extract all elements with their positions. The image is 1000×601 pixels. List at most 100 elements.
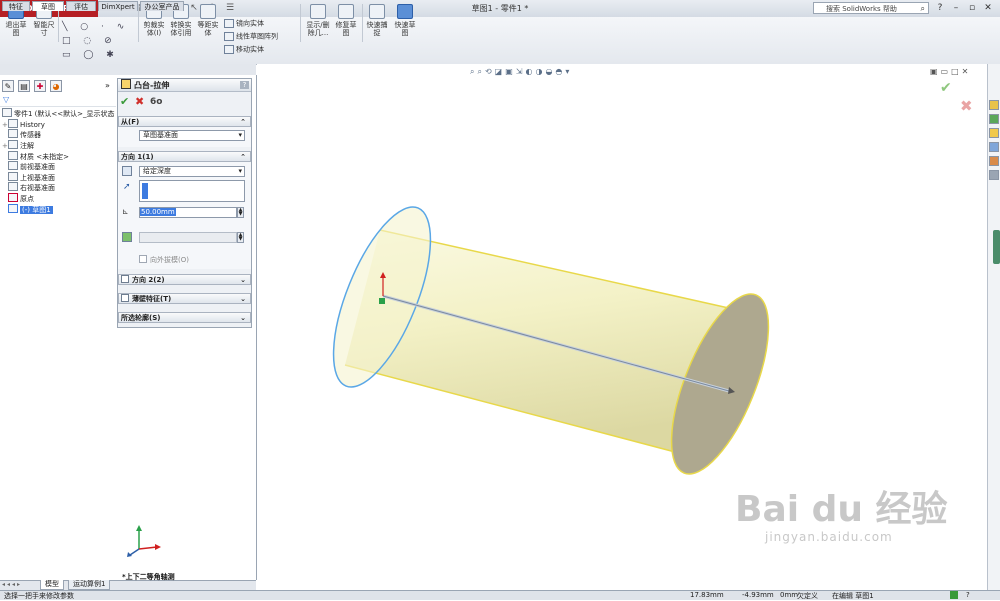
direction-vector-icon: ➚: [123, 182, 131, 192]
tree-root-part[interactable]: 零件1 (默认<<默认>_显示状态: [2, 108, 115, 118]
detailed-preview-icon[interactable]: 6o: [150, 96, 162, 108]
task-pane-flyout-handle[interactable]: [993, 230, 1000, 264]
linear-pattern-label: 线性草图阵列: [236, 32, 278, 41]
mirror-entities-button[interactable]: 镜向实体: [224, 19, 264, 29]
filter-icon[interactable]: ▽: [3, 95, 9, 104]
tree-item-top-plane[interactable]: 上视基准面: [2, 172, 55, 182]
options-icon[interactable]: ☰: [224, 2, 236, 14]
minimize-icon[interactable]: –: [950, 2, 962, 14]
thin-feature-label: 薄壁特征(T): [132, 295, 172, 303]
tree-item-sketch1[interactable]: (-) 草图1: [2, 204, 53, 214]
move-entities-button[interactable]: 移动实体: [224, 45, 264, 55]
direction-of-extrusion-field[interactable]: [139, 180, 245, 202]
from-start-select[interactable]: 草图基准面 ▾: [139, 130, 245, 141]
expand-icon: ⌄: [240, 314, 246, 322]
display-delete-relations-button[interactable]: 显示/删 除几...: [304, 4, 332, 37]
help-search-input[interactable]: 搜索 SolidWorks 帮助 ⌕: [813, 2, 929, 14]
tab-model[interactable]: 模型: [40, 580, 64, 590]
status-x: 17.83mm: [690, 591, 724, 599]
reverse-direction-icon[interactable]: [122, 166, 132, 176]
restore-icon[interactable]: ▫: [966, 2, 978, 14]
depth-input[interactable]: 50.00mm: [139, 207, 237, 218]
direction2-group-header[interactable]: 方向 2(2) ⌄: [118, 274, 251, 285]
exit-sketch-label: 退出草 图: [5, 21, 27, 37]
rebuild-status-icon[interactable]: [950, 591, 958, 599]
tab-sketch[interactable]: 草图: [32, 1, 64, 11]
collapse-icon: ⌃: [240, 153, 246, 161]
design-library-icon[interactable]: [989, 114, 999, 124]
tab-features[interactable]: 特征: [2, 1, 30, 11]
tab-dimxpert[interactable]: DimXpert: [98, 1, 138, 11]
from-group-header[interactable]: 从(F) ⌃: [118, 116, 251, 127]
property-manager-tab-icon[interactable]: ▤: [18, 80, 30, 92]
view-triad: [127, 525, 161, 557]
selected-contours-group-header[interactable]: 所选轮廓(S) ⌄: [118, 312, 251, 323]
pm-help-button[interactable]: ?: [240, 81, 249, 89]
quick-snaps-button[interactable]: 快速捕 捉: [366, 4, 388, 37]
status-y: -4.93mm: [742, 591, 774, 599]
close-icon[interactable]: ✕: [982, 2, 994, 14]
cancel-button[interactable]: ✖: [135, 96, 144, 108]
convert-label: 转换实 体引用: [170, 21, 192, 37]
expand-icon: ⌄: [240, 276, 246, 284]
appearances-icon[interactable]: [989, 156, 999, 166]
offset-label: 等距实 体: [197, 21, 219, 37]
tab-office-products[interactable]: 办公室产品: [140, 1, 184, 11]
direction2-checkbox[interactable]: [121, 275, 129, 283]
panel-expand-icon[interactable]: »: [105, 81, 110, 90]
draft-angle-input[interactable]: [139, 232, 237, 243]
smart-dimension-label: 智能尺 寸: [33, 21, 55, 37]
linear-pattern-button[interactable]: 线性草图阵列: [224, 32, 278, 42]
rapid-sketch-icon: [397, 4, 413, 19]
tree-item-front-plane[interactable]: 前视基准面: [2, 161, 55, 171]
thin-feature-group-header[interactable]: 薄壁特征(T) ⌄: [118, 293, 251, 304]
search-icon[interactable]: ⌕: [921, 3, 925, 15]
tree-item-history[interactable]: + History: [2, 119, 45, 129]
origin-icon: [8, 193, 18, 202]
ok-button[interactable]: ✔: [120, 96, 129, 108]
tree-item-sensors[interactable]: 传感器: [2, 129, 41, 139]
checkbox-box: [139, 255, 147, 263]
custom-properties-icon[interactable]: [989, 170, 999, 180]
watermark-text: Bai du 经验: [735, 489, 948, 530]
rapid-sketch-button[interactable]: 快速草 图: [392, 4, 418, 37]
sketch-tools-icons[interactable]: ╲ ○ · ∿ □ ◌ ⊘ ▭ ◯ ✱: [62, 20, 129, 62]
tab-evaluate[interactable]: 评估: [66, 1, 96, 11]
resources-icon[interactable]: [989, 100, 999, 110]
tree-item-label: 注解: [20, 142, 34, 150]
tree-item-label: 上视基准面: [20, 174, 55, 182]
tab-motion-study[interactable]: 运动算例1: [68, 580, 111, 590]
help-status-icon[interactable]: ?: [966, 591, 970, 599]
draft-spinner[interactable]: ▲ ▼: [237, 232, 244, 243]
file-explorer-icon[interactable]: [989, 128, 999, 138]
mirror-label: 镜向实体: [236, 19, 264, 28]
origin-handle: [379, 298, 385, 304]
part-icon: [2, 108, 12, 117]
tree-item-annotations[interactable]: + 注解: [2, 140, 34, 150]
feature-tree-tab-icon[interactable]: ✎: [2, 80, 14, 92]
draft-outward-checkbox[interactable]: 向外拔模(O): [139, 255, 189, 265]
move-icon: [224, 45, 234, 54]
tree-item-right-plane[interactable]: 右视基准面: [2, 182, 55, 192]
repair-label: 修复草 图: [335, 21, 357, 37]
configuration-tab-icon[interactable]: ✚: [34, 80, 46, 92]
depth-spinner[interactable]: ▲ ▼: [237, 207, 244, 218]
direction1-group-header[interactable]: 方向 1(1) ⌃: [118, 151, 251, 162]
draft-on-off-icon[interactable]: [122, 232, 132, 242]
tab-scroll-arrows[interactable]: ◂◂◂▸: [2, 581, 22, 588]
ribbon-separator: [300, 4, 301, 42]
ribbon-separator: [138, 4, 139, 42]
view-palette-icon[interactable]: [989, 142, 999, 152]
thin-feature-checkbox[interactable]: [121, 294, 129, 302]
tree-item-origin[interactable]: 原点: [2, 193, 34, 203]
status-defined: 欠定义: [797, 592, 818, 600]
tree-item-material[interactable]: 材质 <未指定>: [2, 151, 69, 161]
rapid-sketch-label: 快速草 图: [394, 21, 416, 37]
tree-item-label: (-) 草图1: [20, 206, 53, 214]
offset-entities-button[interactable]: 等距实 体: [196, 4, 220, 37]
end-condition-select[interactable]: 给定深度 ▾: [139, 166, 245, 177]
repair-sketch-button[interactable]: 修复草 图: [334, 4, 358, 37]
help-icon[interactable]: ?: [934, 2, 946, 14]
repair-icon: [338, 4, 354, 19]
display-manager-tab-icon[interactable]: ◕: [50, 80, 62, 92]
